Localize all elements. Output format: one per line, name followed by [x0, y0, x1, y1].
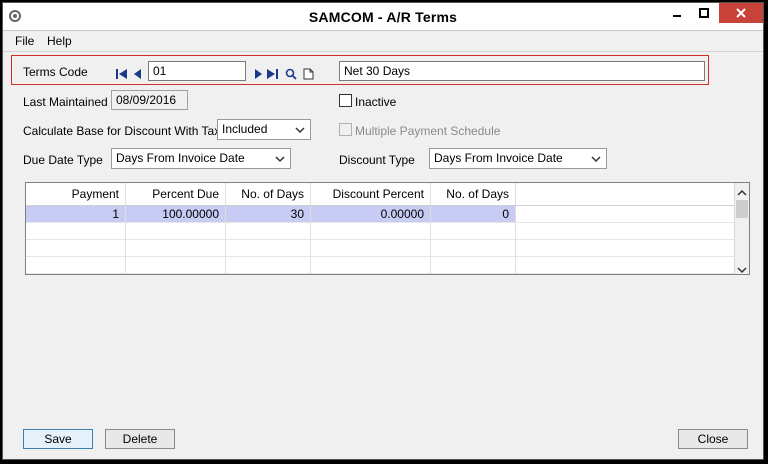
next-record-icon[interactable] [251, 67, 264, 81]
cell-discount-days[interactable] [431, 223, 516, 240]
close-button[interactable]: Close [678, 429, 748, 449]
cell-percent-due[interactable] [126, 223, 226, 240]
due-date-type-select[interactable]: Days From Invoice Date [111, 148, 291, 169]
maximize-button[interactable] [691, 3, 717, 23]
cell-payment-number[interactable]: 1 [26, 206, 126, 223]
header-discount-percent[interactable]: Discount Percent [311, 183, 431, 205]
discount-base-value: Included [222, 122, 268, 136]
discount-base-select[interactable]: Included [217, 119, 311, 140]
first-record-icon[interactable] [115, 67, 128, 81]
table-row[interactable] [26, 223, 738, 240]
previous-record-icon[interactable] [131, 67, 144, 81]
cell-days[interactable] [226, 257, 311, 274]
terms-code-input[interactable]: 01 [148, 61, 246, 81]
payment-schedule-grid[interactable]: Payment Number Percent Due No. of Days D… [25, 182, 750, 275]
minimize-button[interactable] [663, 3, 691, 23]
table-row[interactable] [26, 240, 738, 257]
cell-filler [516, 240, 738, 257]
table-row[interactable] [26, 257, 738, 274]
cell-discount-days[interactable] [431, 240, 516, 257]
chevron-down-icon [275, 153, 285, 163]
cell-days[interactable]: 30 [226, 206, 311, 223]
title-bar[interactable]: SAMCOM - A/R Terms [3, 3, 763, 31]
header-percent-due[interactable]: Percent Due [126, 183, 226, 205]
close-icon [736, 8, 746, 18]
cell-filler [516, 206, 738, 223]
cell-payment-number[interactable] [26, 257, 126, 274]
header-filler [516, 183, 738, 205]
cell-discount-percent[interactable] [311, 240, 431, 257]
chevron-down-icon [591, 153, 601, 163]
cell-percent-due[interactable]: 100.00000 [126, 206, 226, 223]
cell-payment-number[interactable] [26, 223, 126, 240]
cell-percent-due[interactable] [126, 240, 226, 257]
discount-type-label: Discount Type [339, 153, 415, 167]
table-row[interactable]: 1 100.00000 30 0.00000 0 [26, 206, 738, 223]
menu-bar: File Help [3, 31, 763, 52]
cell-discount-days[interactable] [431, 257, 516, 274]
delete-button[interactable]: Delete [105, 429, 175, 449]
terms-description-input[interactable]: Net 30 Days [339, 61, 705, 81]
save-button[interactable]: Save [23, 429, 93, 449]
multiple-payment-checkbox[interactable] [339, 123, 352, 136]
cell-discount-percent[interactable] [311, 257, 431, 274]
last-maintained-label: Last Maintained [23, 95, 108, 109]
discount-base-label: Calculate Base for Discount With Tax [23, 124, 221, 138]
due-date-type-label: Due Date Type [23, 153, 103, 167]
scrollbar-thumb[interactable] [736, 200, 748, 218]
discount-type-select[interactable]: Days From Invoice Date [429, 148, 607, 169]
cell-days[interactable] [226, 223, 311, 240]
inactive-checkbox[interactable] [339, 94, 352, 107]
window-title: SAMCOM - A/R Terms [308, 9, 458, 25]
cell-payment-number[interactable] [26, 240, 126, 257]
header-discount-days[interactable]: No. of Days [431, 183, 516, 205]
cell-filler [516, 223, 738, 240]
header-payment-number[interactable]: Payment Number [26, 183, 126, 223]
cell-filler [516, 257, 738, 274]
inactive-label: Inactive [355, 95, 397, 109]
cell-discount-days[interactable]: 0 [431, 206, 516, 223]
grid-vertical-scrollbar[interactable] [734, 183, 749, 274]
chevron-down-icon [295, 124, 305, 134]
discount-type-value: Days From Invoice Date [434, 151, 563, 165]
last-record-icon[interactable] [265, 67, 278, 81]
chevron-down-icon[interactable] [737, 263, 747, 274]
ar-terms-window: SAMCOM - A/R Terms File Help Terms Code … [2, 2, 764, 460]
terms-code-label: Terms Code [23, 65, 88, 79]
cell-discount-percent[interactable] [311, 223, 431, 240]
menu-file[interactable]: File [15, 34, 34, 48]
due-date-type-value: Days From Invoice Date [116, 151, 245, 165]
new-record-icon[interactable] [302, 67, 315, 81]
header-days[interactable]: No. of Days [226, 183, 311, 205]
last-maintained-value: 08/09/2016 [111, 90, 188, 110]
chevron-up-icon[interactable] [737, 186, 747, 200]
multiple-payment-label: Multiple Payment Schedule [355, 124, 501, 138]
cell-discount-percent[interactable]: 0.00000 [311, 206, 431, 223]
close-window-button[interactable] [719, 3, 763, 23]
menu-help[interactable]: Help [47, 34, 72, 48]
grid-header: Payment Number Percent Due No. of Days D… [26, 183, 738, 223]
search-icon[interactable] [284, 67, 297, 81]
cell-days[interactable] [226, 240, 311, 257]
cell-percent-due[interactable] [126, 257, 226, 274]
